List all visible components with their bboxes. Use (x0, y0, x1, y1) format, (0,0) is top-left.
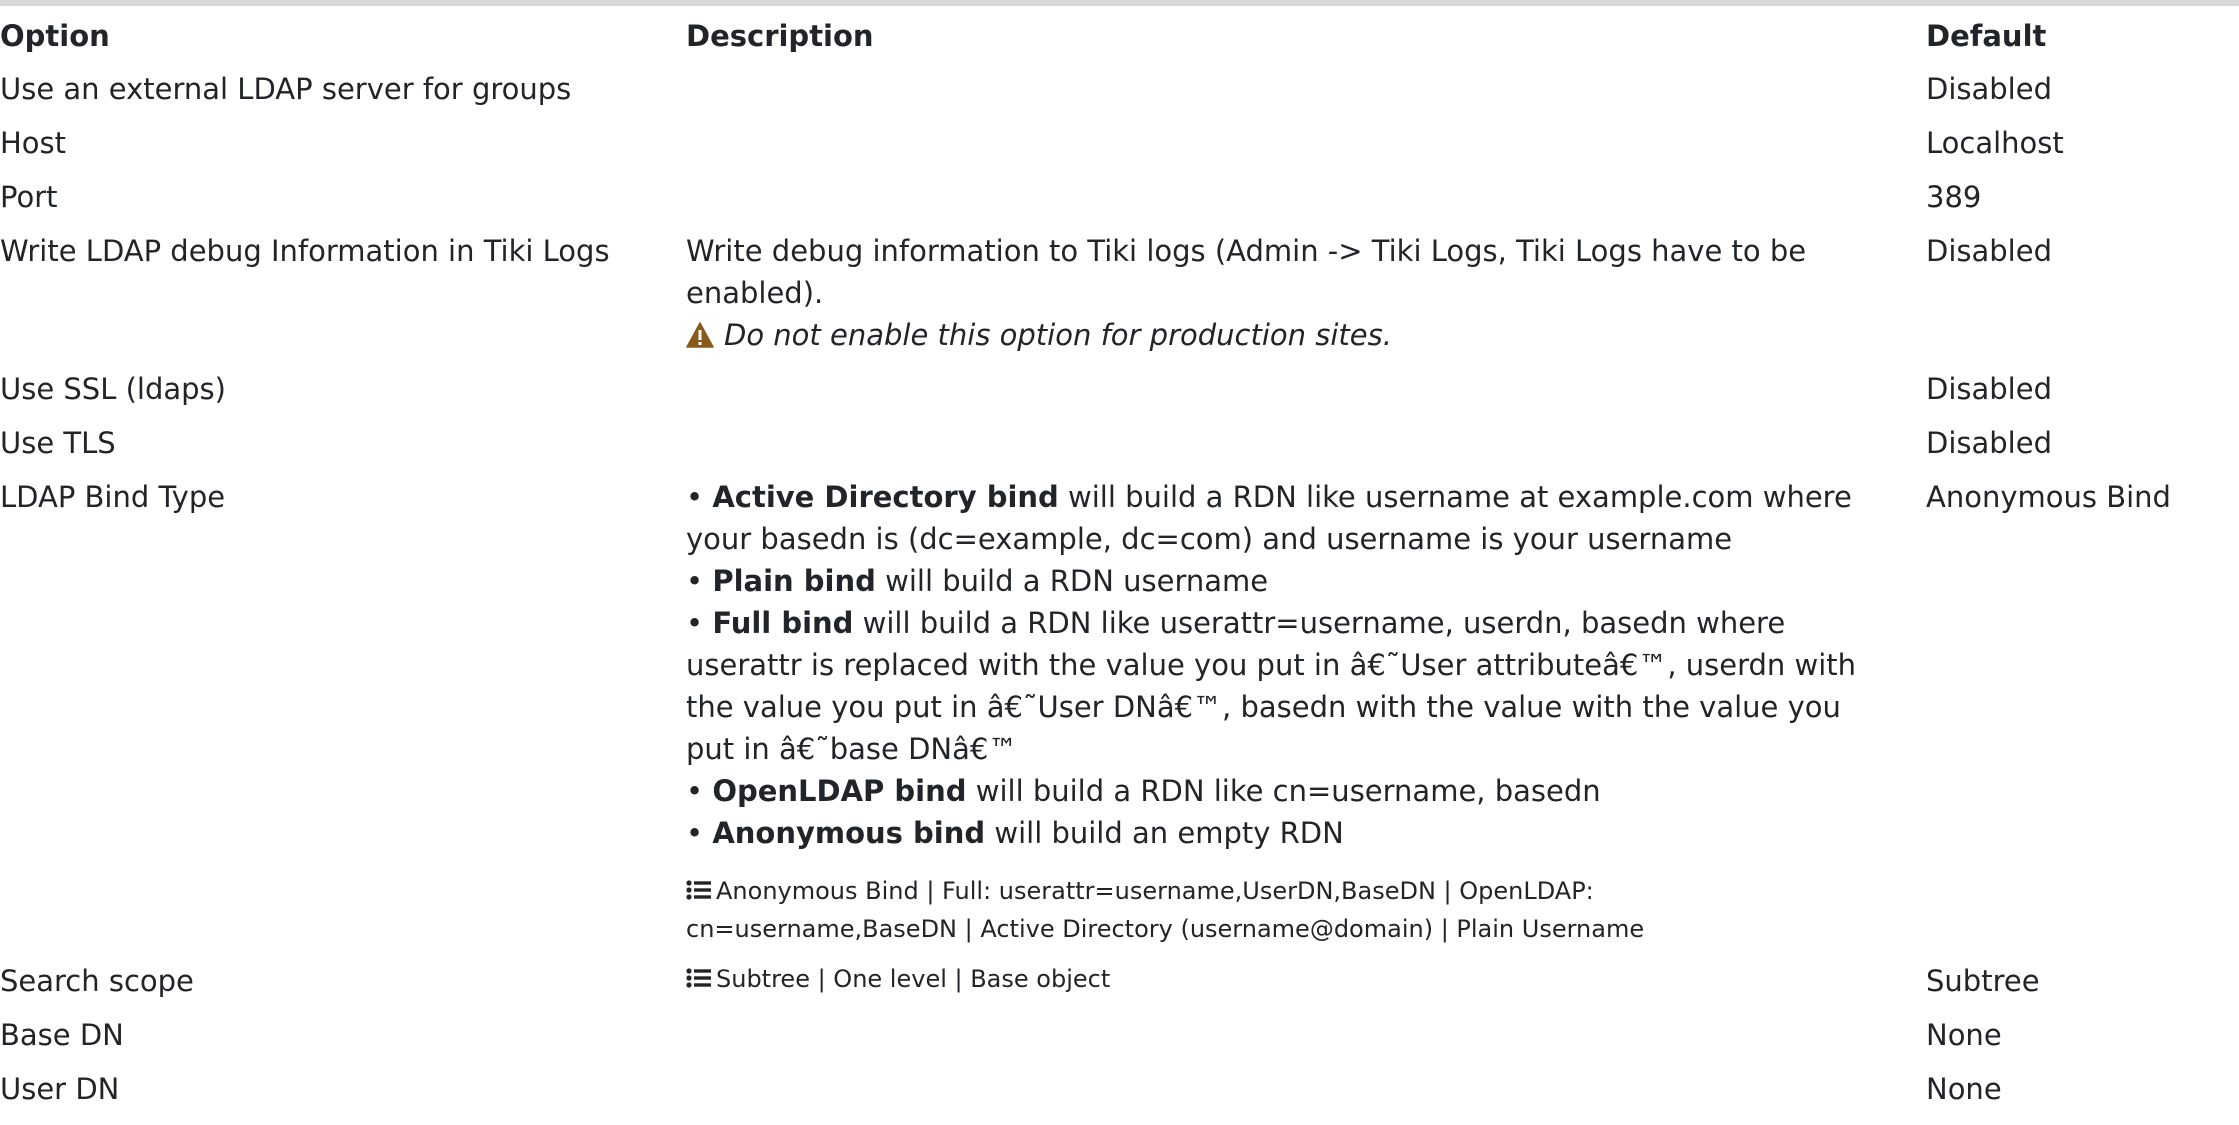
default-value: 389 (1926, 180, 1982, 214)
bullet-text: will build a RDN like cn=username, based… (966, 774, 1601, 808)
description (680, 1014, 1920, 1068)
option-name: Base DN (0, 1018, 124, 1052)
option-header: Option (0, 19, 110, 53)
top-border (0, 0, 2239, 6)
option-name: Use SSL (ldaps) (0, 372, 226, 406)
description-header: Description (686, 19, 874, 53)
description: • Active Directory bind will build a RDN… (680, 476, 1920, 960)
table-row: Port 389 (0, 176, 2239, 230)
description: Subtree | One level | Base object (680, 960, 1920, 1014)
option-name: Use TLS (0, 426, 116, 460)
bind-type-bullet: • Plain bind will build a RDN username (686, 564, 1269, 598)
table-row: Write LDAP debug Information in Tiki Log… (0, 230, 2239, 368)
default-value: Disabled (1926, 426, 2052, 460)
warning-text: Do not enable this option for production… (724, 318, 1392, 352)
default-value: Localhost (1926, 126, 2064, 160)
option-name: Host (0, 126, 67, 160)
table-row: Base DN None (0, 1014, 2239, 1068)
table-row: User DN None (0, 1068, 2239, 1122)
warning-note: Do not enable this option for production… (686, 314, 1872, 356)
table-row: Host Localhost (0, 122, 2239, 176)
preferences-table: Option Description Default Use an extern… (0, 14, 2239, 1122)
bullet-title: Anonymous bind (712, 816, 986, 850)
list-icon (686, 968, 711, 988)
list-icon (686, 880, 711, 900)
option-name: Write LDAP debug Information in Tiki Log… (0, 234, 610, 268)
bullet-title: Plain bind (712, 564, 876, 598)
option-name: LDAP Bind Type (0, 480, 226, 514)
default-value: Subtree (1926, 964, 2040, 998)
bullet-text: will build a RDN username (875, 564, 1269, 598)
bind-type-bullet: • OpenLDAP bind will build a RDN like cn… (686, 774, 1601, 808)
default-value: None (1926, 1072, 2002, 1106)
bullet-text: will build an empty RDN (985, 816, 1344, 850)
description (680, 176, 1920, 230)
option-name: Port (0, 180, 58, 214)
default-value: Anonymous Bind (1926, 480, 2171, 514)
table-row: LDAP Bind Type • Active Directory bind w… (0, 476, 2239, 960)
bullet-title: Full bind (712, 606, 854, 640)
description-text: Write debug information to Tiki logs (Ad… (686, 234, 1807, 310)
description (680, 68, 1920, 122)
bullet-title: OpenLDAP bind (712, 774, 967, 808)
bind-type-bullet: • Full bind will build a RDN like userat… (686, 606, 1857, 766)
description (680, 122, 1920, 176)
default-value: Disabled (1926, 72, 2052, 106)
header-row: Option Description Default (0, 14, 2239, 68)
description: Write debug information to Tiki logs (Ad… (680, 230, 1920, 368)
options-text: Anonymous Bind | Full: userattr=username… (686, 877, 1645, 943)
table-row: Use SSL (ldaps) Disabled (0, 368, 2239, 422)
options-list: Anonymous Bind | Full: userattr=username… (686, 872, 1872, 948)
option-name: User DN (0, 1072, 120, 1106)
table-row: Search scope Subtree | One level | Base … (0, 960, 2239, 1014)
option-name: Search scope (0, 964, 194, 998)
table-row: Use TLS Disabled (0, 422, 2239, 476)
bullet-title: Active Directory bind (712, 480, 1059, 514)
default-header: Default (1926, 19, 2047, 53)
options-list: Subtree | One level | Base object (686, 960, 1914, 998)
bullet-text: will build a RDN like userattr=username,… (686, 606, 1857, 766)
bind-type-bullet: • Active Directory bind will build a RDN… (686, 480, 1852, 556)
description (680, 1068, 1920, 1122)
default-value: Disabled (1926, 372, 2052, 406)
description (680, 422, 1920, 476)
option-name: Use an external LDAP server for groups (0, 72, 572, 106)
options-text: Subtree | One level | Base object (716, 965, 1111, 993)
default-value: None (1926, 1018, 2002, 1052)
warning-triangle-icon (686, 322, 714, 348)
bind-type-bullet: • Anonymous bind will build an empty RDN (686, 816, 1344, 850)
table-row: Use an external LDAP server for groups D… (0, 68, 2239, 122)
default-value: Disabled (1926, 234, 2052, 268)
description (680, 368, 1920, 422)
